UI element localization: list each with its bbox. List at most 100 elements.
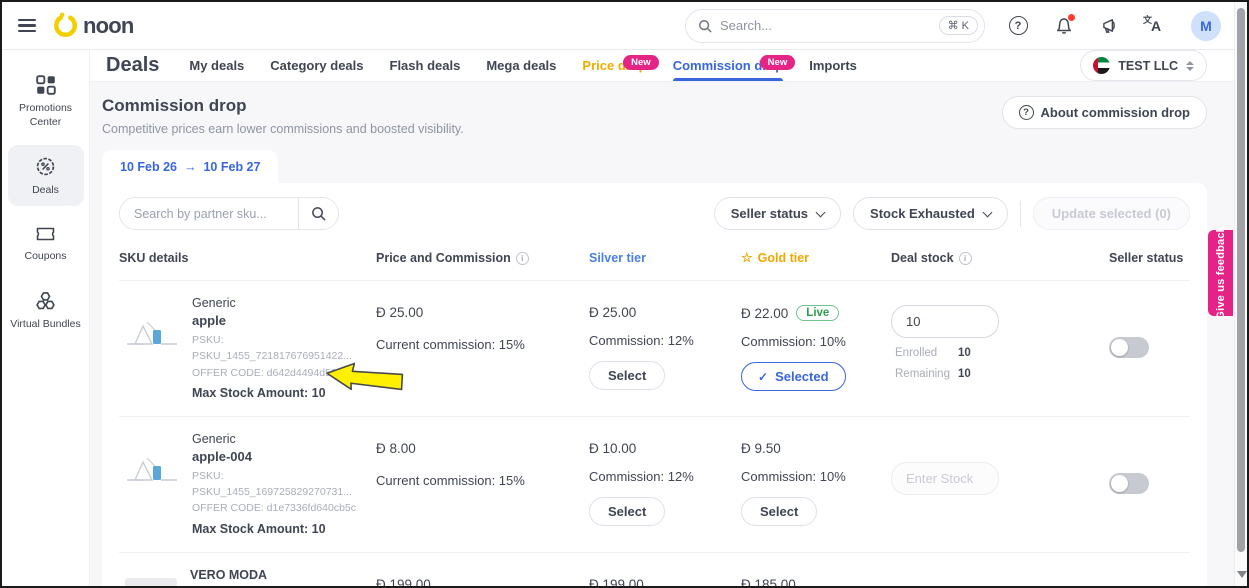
info-icon[interactable]: i xyxy=(515,251,529,265)
product-psku: PSKU: PSKU_1455_169725829270731... xyxy=(192,469,352,499)
about-commission-drop-button[interactable]: ? About commission drop xyxy=(1001,96,1207,129)
deal-badge-icon xyxy=(36,157,55,176)
chevron-updown-icon xyxy=(1186,60,1194,71)
update-selected-button[interactable]: Update selected (0) xyxy=(1032,197,1190,230)
product-brand: Generic xyxy=(192,296,236,310)
tab-imports[interactable]: Imports xyxy=(809,50,857,81)
sidebar-item-label: Virtual Bundles xyxy=(10,317,81,330)
search-icon xyxy=(312,207,326,221)
uae-flag-icon xyxy=(1093,57,1111,74)
scroll-down-arrow-icon[interactable] xyxy=(1237,571,1247,578)
product-name: apple xyxy=(192,313,226,328)
current-price: Đ 8.00 xyxy=(376,440,416,456)
boot-image xyxy=(129,582,173,588)
col-gold-tier: ☆ Gold tier xyxy=(741,250,810,265)
content-area: Commission drop Competitive prices earn … xyxy=(90,82,1247,588)
toggle-knob xyxy=(1111,339,1128,357)
info-icon[interactable]: i xyxy=(958,251,972,265)
product-illustration xyxy=(127,457,177,481)
global-search[interactable]: ⌘ K xyxy=(685,8,985,43)
sidebar-item-deals[interactable]: Deals xyxy=(7,145,84,206)
notifications-button[interactable] xyxy=(1051,13,1077,39)
tab-commission-drop[interactable]: Commission drop New xyxy=(672,50,796,81)
noon-logo[interactable]: noon xyxy=(52,12,134,39)
sidebar-item-coupons[interactable]: Coupons xyxy=(8,214,84,272)
live-badge: Live xyxy=(796,305,840,321)
seller-status-filter[interactable]: Seller status xyxy=(713,197,842,230)
announcements-button[interactable] xyxy=(1097,13,1123,39)
table-row: Generic apple-004 PSKU: PSKU_1455_169725… xyxy=(119,415,1190,552)
sidebar: Promotions Center Deals Coupons Virtual … xyxy=(2,50,90,586)
col-deal-stock: Deal stock i xyxy=(891,250,1109,266)
tab-category-deals[interactable]: Category deals xyxy=(270,50,363,81)
silver-commission: Commission: 12% xyxy=(589,468,694,484)
sku-search-input[interactable] xyxy=(120,198,298,229)
sidebar-item-label: Promotions Center xyxy=(18,102,73,128)
product-thumbnail xyxy=(125,568,177,588)
product-max-stock: Max Stock Amount: 10 xyxy=(192,385,326,400)
account-switcher[interactable]: TEST LLC xyxy=(1080,50,1207,81)
product-name: apple-004 xyxy=(192,448,252,464)
gold-price: Đ 22.00 Live xyxy=(741,305,881,321)
silver-select-button[interactable]: Select xyxy=(589,361,666,390)
grid-icon xyxy=(35,75,56,95)
gold-select-button[interactable]: Select xyxy=(741,496,818,526)
vertical-scrollbar[interactable] xyxy=(1234,2,1247,586)
silver-select-button[interactable]: Select xyxy=(589,496,666,526)
chevron-down-icon xyxy=(982,207,993,217)
tab-mega-deals[interactable]: Mega deals xyxy=(486,50,556,81)
chevron-down-icon xyxy=(815,207,826,217)
current-price: Đ 25.00 xyxy=(376,305,424,320)
seller-status-toggle[interactable] xyxy=(1109,473,1149,495)
product-brand: Generic xyxy=(192,431,236,446)
current-commission: Current commission: 15% xyxy=(376,472,525,488)
sku-search xyxy=(119,197,339,230)
sidebar-item-promotions-center[interactable]: Promotions Center xyxy=(8,64,84,137)
silver-price: Đ 10.00 xyxy=(589,440,637,456)
language-button[interactable]: A文 xyxy=(1143,13,1169,39)
star-icon: ☆ xyxy=(741,250,753,265)
silver-commission: Commission: 12% xyxy=(589,333,694,348)
gold-selected-button[interactable]: ✓ Selected xyxy=(741,362,846,391)
hamburger-menu-icon[interactable] xyxy=(18,18,36,33)
page-title: Commission drop xyxy=(102,96,247,115)
product-offer-code: OFFER CODE: d642d4494d59a5fb xyxy=(192,366,358,379)
gold-price: Đ 185.00 xyxy=(741,576,796,588)
seller-status-toggle[interactable] xyxy=(1109,337,1149,359)
scrollbar-thumb[interactable] xyxy=(1237,8,1245,552)
account-name: TEST LLC xyxy=(1118,58,1178,73)
tab-flash-deals[interactable]: Flash deals xyxy=(390,50,461,81)
deal-stock-input[interactable] xyxy=(891,305,999,338)
sidebar-item-virtual-bundles[interactable]: Virtual Bundles xyxy=(8,280,84,340)
avatar[interactable]: M xyxy=(1191,10,1221,41)
keyboard-shortcut-badge: ⌘ K xyxy=(938,16,978,35)
help-button[interactable]: ? xyxy=(1005,13,1031,39)
arrow-right-icon: → xyxy=(183,160,197,174)
brand-name: noon xyxy=(83,12,134,38)
col-sku-details: SKU details xyxy=(119,251,189,265)
commission-drop-card: Seller status Stock Exhausted Update sel… xyxy=(102,183,1207,588)
current-commission: Current commission: 15% xyxy=(376,337,525,352)
silver-price: Đ 199.00 xyxy=(589,576,644,588)
silver-price: Đ 25.00 xyxy=(589,305,637,320)
give-feedback-button[interactable]: Give us feedback xyxy=(1208,226,1233,320)
stock-filter[interactable]: Stock Exhausted xyxy=(853,197,1008,230)
remaining-line: Remaining 10 xyxy=(895,368,971,380)
table-row: VERO MODA Andrea Ankle Boot PSKU: W56067… xyxy=(119,551,1190,588)
sidebar-item-label: Deals xyxy=(32,184,59,197)
tab-my-deals[interactable]: My deals xyxy=(189,50,244,81)
product-thumbnail xyxy=(125,432,179,536)
col-price-commission: Price and Commission i xyxy=(376,250,589,266)
global-search-input[interactable] xyxy=(720,18,931,33)
table-row: Generic apple PSKU: PSKU_1455_7218176769… xyxy=(119,280,1190,416)
tab-price-drop[interactable]: Price drop New xyxy=(582,50,659,81)
app-window: noon ⌘ K ? A文 M xyxy=(0,0,1249,588)
translate-icon: A文 xyxy=(1142,14,1162,34)
date-range-tab[interactable]: 10 Feb 26 → 10 Feb 27 xyxy=(102,150,279,183)
bundle-icon xyxy=(36,291,55,309)
section-title: Deals xyxy=(106,54,160,76)
sku-search-button[interactable] xyxy=(298,198,338,229)
deals-tabs: My deals Category deals Flash deals Mega… xyxy=(189,50,857,81)
product-name: Andrea Ankle Boot xyxy=(190,585,366,586)
deal-stock-input[interactable] xyxy=(891,461,999,495)
